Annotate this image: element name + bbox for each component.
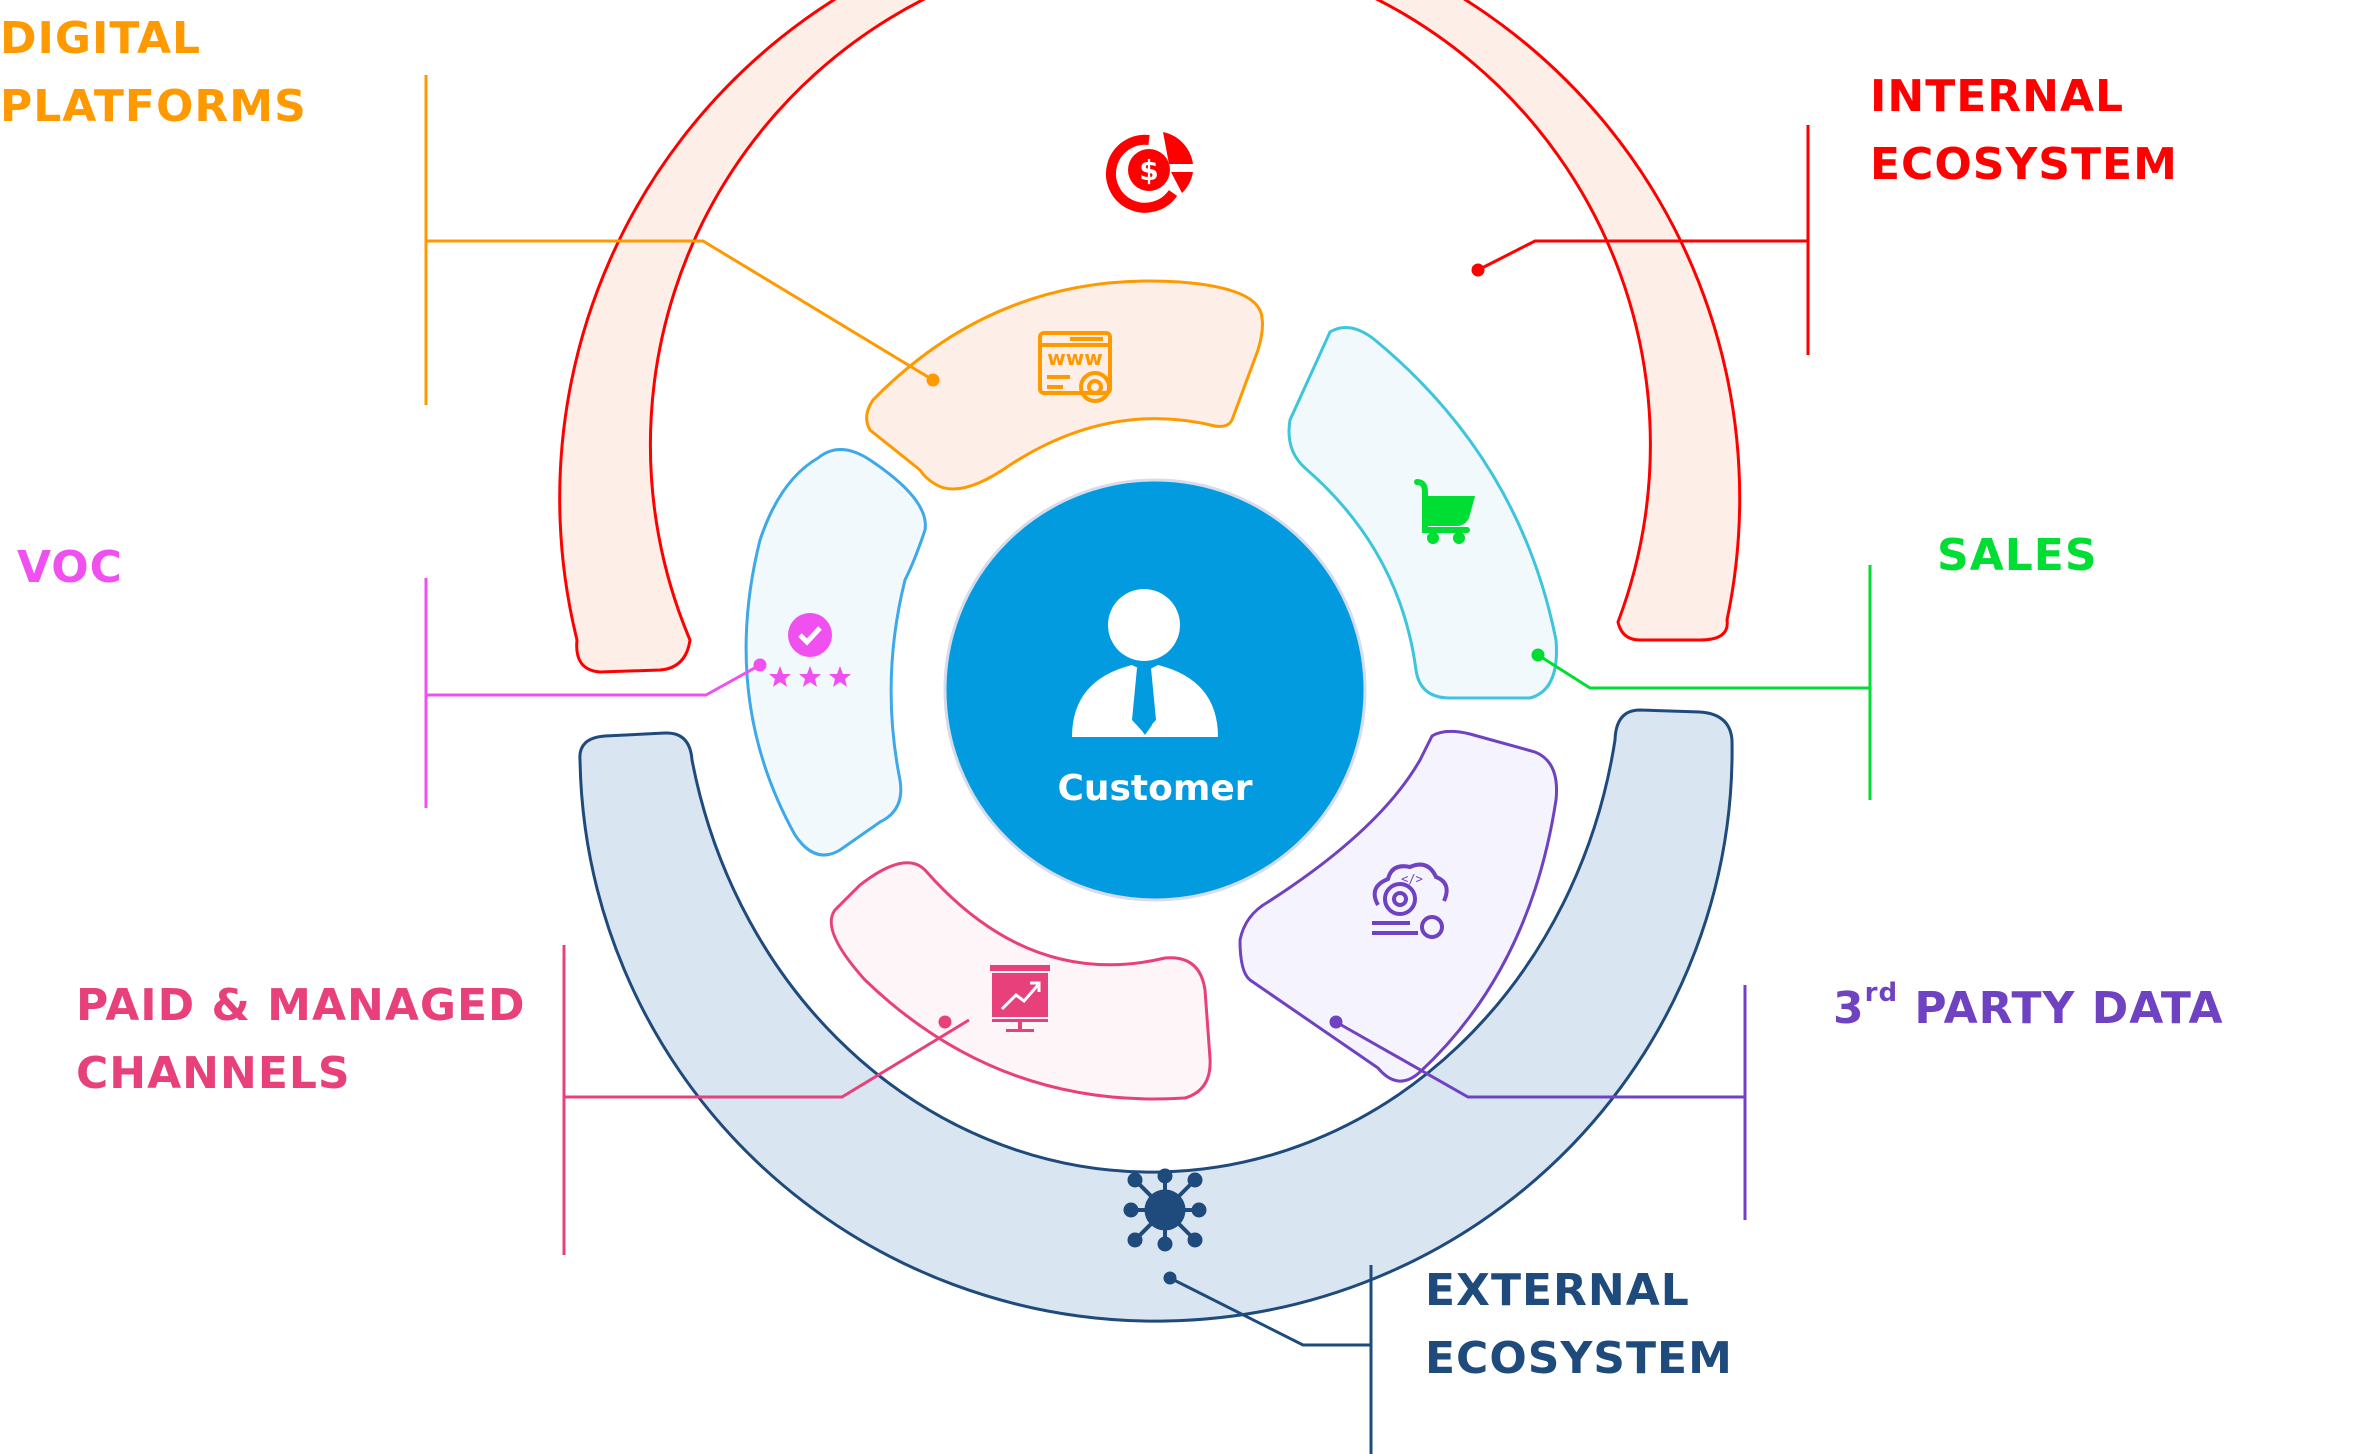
voc-title: VOC xyxy=(17,534,123,602)
third-party-data-title-prefix: 3 xyxy=(1833,983,1865,1034)
third-party-data-title: 3rd PARTY DATA xyxy=(1833,975,2224,1043)
presentation-growth-icon xyxy=(990,965,1050,1032)
voc-segment[interactable] xyxy=(744,448,927,857)
digital-platforms-title-line-1: DIGITAL xyxy=(0,13,202,64)
external-ecosystem-title-line-2: ECOSYSTEM xyxy=(1425,1333,1733,1384)
voc-title-line-1: VOC xyxy=(17,542,123,593)
paid-managed-channels-title-line-1: PAID & MANAGED xyxy=(76,980,526,1031)
customer-label: Customer xyxy=(1057,768,1252,809)
digital-platforms-connector xyxy=(424,75,940,405)
third-party-data-title-rest: PARTY DATA xyxy=(1898,983,2224,1034)
dollar-pie-chart-icon: $ xyxy=(1105,132,1193,213)
external-ecosystem-title: EXTERNAL ECOSYSTEM xyxy=(1425,1257,1733,1393)
internal-ecosystem-title-line-2: ECOSYSTEM xyxy=(1870,139,2178,190)
svg-text:$: $ xyxy=(1139,154,1158,187)
digital-platforms-segment[interactable] xyxy=(865,279,1264,491)
svg-text:</>: </> xyxy=(1401,872,1423,886)
digital-platforms-title: DIGITAL PLATFORMS xyxy=(0,5,307,141)
sales-title-line-1: SALES xyxy=(1937,530,2098,581)
external-ecosystem-title-line-1: EXTERNAL xyxy=(1425,1265,1690,1316)
global-network-icon xyxy=(1123,1168,1207,1252)
internal-ecosystem-title: INTERNAL ECOSYSTEM xyxy=(1870,63,2178,199)
digital-platforms-title-line-2: PLATFORMS xyxy=(0,81,307,132)
sales-title: SALES xyxy=(1937,522,2098,590)
paid-managed-channels-title: PAID & MANAGED CHANNELS xyxy=(76,972,526,1108)
customer-ecosystem-diagram: Customer $ www </> xyxy=(424,0,1872,1454)
internal-ecosystem-title-line-1: INTERNAL xyxy=(1870,71,2125,122)
third-party-data-title-sup: rd xyxy=(1864,978,1899,1008)
svg-text:www: www xyxy=(1047,346,1102,370)
paid-managed-channels-title-line-2: CHANNELS xyxy=(76,1048,351,1099)
